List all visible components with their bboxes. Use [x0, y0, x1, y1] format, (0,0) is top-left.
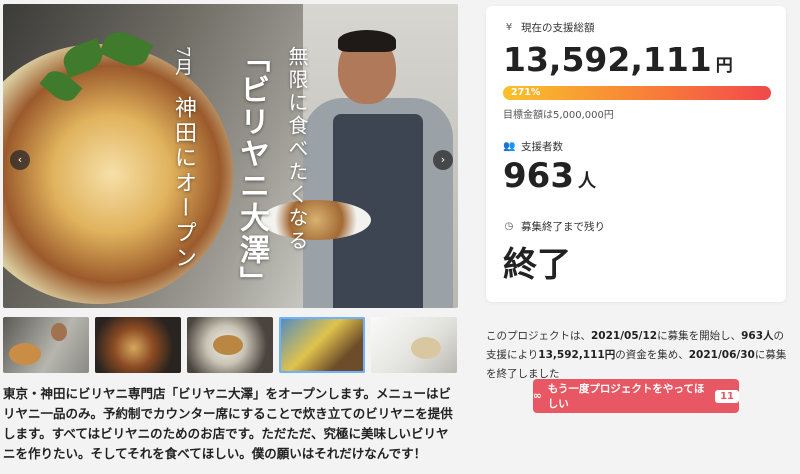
thumbnail-strip — [3, 317, 458, 373]
request-again-button[interactable]: ∞ もう一度プロジェクトをやってほしい 11 — [533, 379, 739, 413]
next-slide-button[interactable]: › — [433, 150, 453, 170]
project-summary: このプロジェクトは、2021/05/12に募集を開始し、963人の支援により13… — [486, 330, 787, 380]
project-page: 7月 神田にオープン 「ビリヤニ大澤」 無限に食べたくなる ‹ › 東京・神田に… — [0, 0, 800, 474]
stats-card: ¥ 現在の支援総額 13,592,111 円 271% 目標金額は5,000,00… — [486, 6, 786, 302]
held-dish — [261, 200, 371, 240]
remaining-label: ◷ 募集終了まで残り — [504, 221, 605, 233]
progress-bar: 271% — [503, 86, 771, 100]
infinity-icon: ∞ — [533, 390, 542, 402]
hero-date-text: 7月 — [172, 46, 193, 76]
hero-place-text: 神田にオープン — [171, 96, 196, 271]
hero-subtitle-text: 無限に食べたくなる — [285, 46, 309, 253]
main-image[interactable]: 7月 神田にオープン 「ビリヤニ大澤」 無限に食べたくなる ‹ › — [3, 4, 458, 308]
prev-slide-button[interactable]: ‹ — [10, 150, 30, 170]
backers-label: 👥 支援者数 — [503, 141, 563, 153]
backers-count: 963 人 — [503, 156, 596, 196]
thumbnail-5[interactable] — [371, 317, 457, 373]
thumbnail-4[interactable] — [279, 317, 365, 373]
thumbnail-3[interactable] — [187, 317, 273, 373]
total-label: ¥ 現在の支援総額 — [503, 20, 595, 35]
request-count-badge: 11 — [715, 389, 739, 403]
chef-figure — [303, 30, 453, 308]
clock-icon: ◷ — [504, 221, 514, 232]
thumbnail-2[interactable] — [95, 317, 181, 373]
hero-title-text: 「ビリヤニ大澤」 — [234, 42, 269, 298]
yen-icon: ¥ — [505, 22, 513, 33]
users-icon: 👥 — [503, 141, 516, 152]
project-description: 東京・神田にビリヤニ専門店「ビリヤニ大澤」をオープンします。メニューはビリヤニ一… — [3, 386, 453, 461]
progress-percent: 271% — [511, 87, 541, 98]
goal-amount: 目標金額は5,000,000円 — [503, 110, 614, 121]
thumbnail-1[interactable] — [3, 317, 89, 373]
remaining-value: 終了 — [503, 245, 571, 285]
total-amount: 13,592,111 円 — [503, 40, 733, 79]
